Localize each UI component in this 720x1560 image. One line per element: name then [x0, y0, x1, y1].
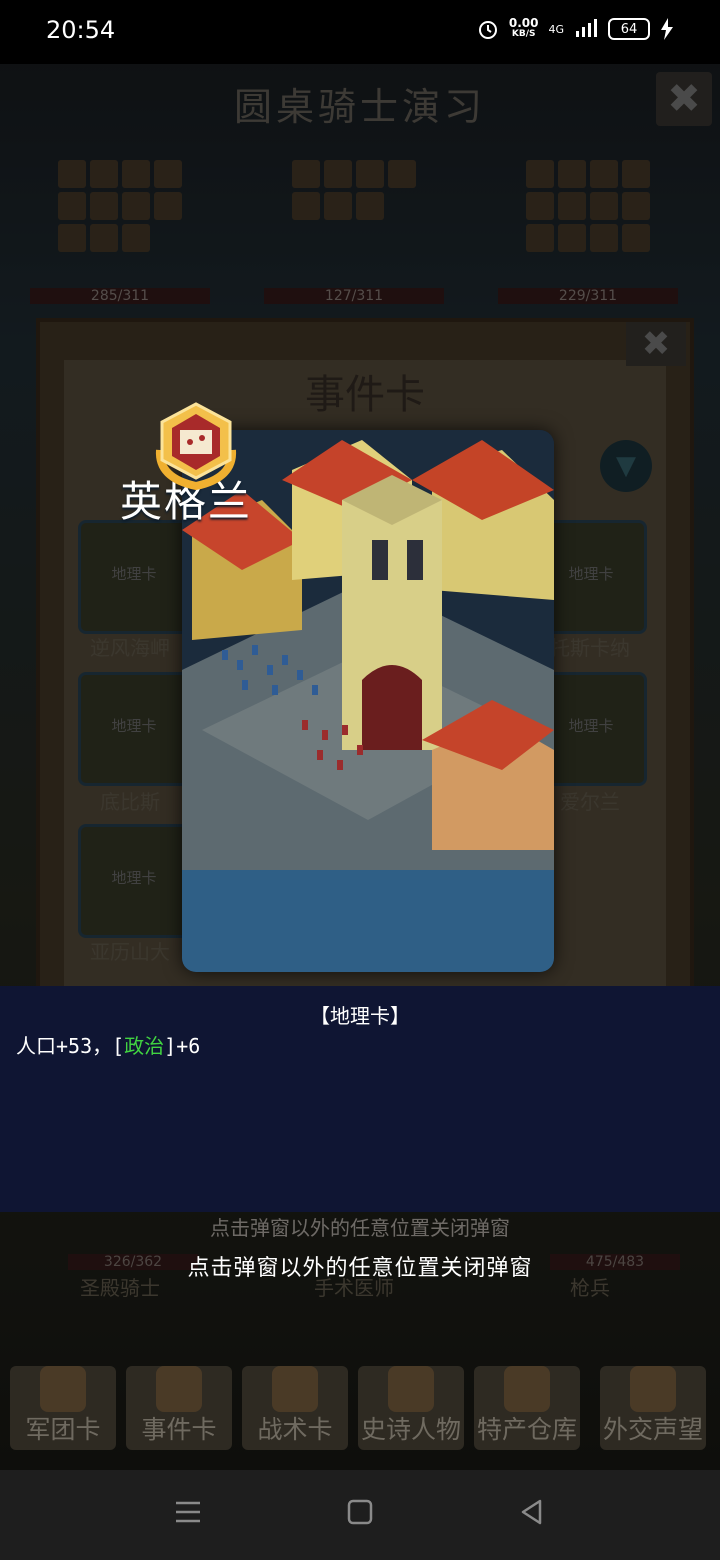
signal-icon — [576, 19, 597, 37]
tab-specialty-warehouse[interactable]: 特产仓库 — [474, 1366, 580, 1450]
letter-icon — [630, 1366, 676, 1412]
system-nav-bar — [0, 1470, 720, 1560]
bottom-tab-bar: 军团卡 事件卡 战术卡 史诗人物 特产仓库 外交声望 — [0, 1360, 720, 1456]
hint-ghost-text: 点击弹窗以外的任意位置关闭弹窗 — [210, 1216, 510, 1240]
home-icon[interactable] — [346, 1498, 374, 1526]
alarm-icon — [478, 21, 497, 39]
shield-icon — [272, 1366, 318, 1412]
status-time: 20:54 — [46, 16, 116, 44]
map-card-badge-icon — [155, 402, 237, 491]
charging-icon — [661, 18, 673, 40]
tab-tactic-cards[interactable]: 战术卡 — [242, 1366, 348, 1450]
helmet-icon — [40, 1366, 86, 1412]
tab-event-cards[interactable]: 事件卡 — [126, 1366, 232, 1450]
battery-indicator: 64 — [608, 18, 650, 40]
card-type-label: 【地理卡】 — [310, 1004, 410, 1028]
close-hint: 点击弹窗以外的任意位置关闭弹窗 — [187, 1256, 533, 1281]
status-bar: 20:54 0.00 KB/S 4G 64 — [0, 0, 720, 64]
card-effect-text: 人口+53，[政治]+6 — [16, 1034, 201, 1058]
tab-epic-heroes[interactable]: 史诗人物 — [358, 1366, 464, 1450]
back-icon[interactable] — [518, 1498, 546, 1526]
network-type: 4G — [548, 22, 564, 36]
crown-icon — [388, 1366, 434, 1412]
chest-icon — [504, 1366, 550, 1412]
effect-keyword: 政治 — [124, 1034, 165, 1058]
tab-legion-cards[interactable]: 军团卡 — [10, 1366, 116, 1450]
network-speed: 0.00 KB/S — [508, 16, 539, 39]
tab-diplomacy[interactable]: 外交声望 — [600, 1366, 706, 1450]
scroll-icon — [156, 1366, 202, 1412]
menu-icon[interactable] — [174, 1498, 202, 1526]
